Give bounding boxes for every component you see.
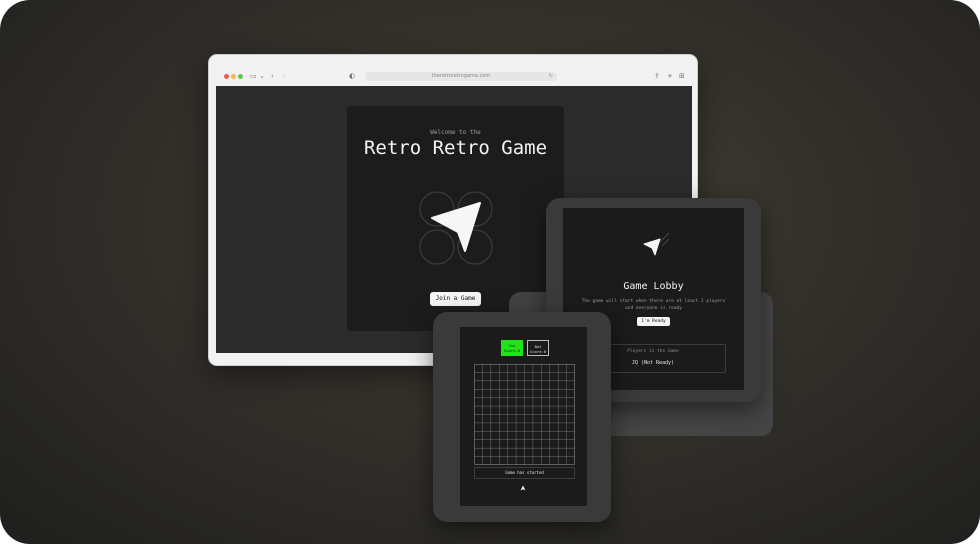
- paper-plane-icon: [643, 232, 670, 256]
- back-button[interactable]: ‹: [271, 71, 274, 81]
- tab-overview-icon[interactable]: ⊞: [679, 71, 685, 81]
- new-tab-button[interactable]: +: [667, 71, 673, 81]
- lobby-description: The game will start when there are at le…: [581, 299, 726, 311]
- sidebar-icon[interactable]: ▭: [250, 71, 257, 81]
- drone-logo-icon: [419, 191, 493, 265]
- reload-icon[interactable]: ↻: [549, 72, 553, 81]
- player-score-chip: You Score:0: [501, 340, 523, 356]
- close-window-button[interactable]: [224, 74, 229, 79]
- join-game-button[interactable]: Join a Game: [430, 292, 481, 306]
- game-status: Game has started: [474, 467, 575, 479]
- game-board[interactable]: [474, 364, 575, 465]
- game-screen: You Score:0 Bot Score:0 Game has started: [460, 327, 587, 506]
- share-icon[interactable]: ⇪: [654, 71, 660, 81]
- welcome-subtitle: Welcome to the: [430, 129, 481, 136]
- browser-toolbar: ▭ ⌄ ‹ › ◐ theretroretrogame.com ↻ ⇪ + ⊞: [216, 55, 690, 86]
- address-url: theretroretrogame.com: [431, 73, 491, 79]
- player-score: Score:0: [503, 348, 520, 353]
- minimize-window-button[interactable]: [231, 74, 236, 79]
- forward-button[interactable]: ›: [283, 71, 286, 81]
- ready-button[interactable]: I'm Ready: [637, 317, 670, 326]
- bot-score-chip: Bot Score:0: [527, 340, 549, 356]
- zoom-window-button[interactable]: [238, 74, 243, 79]
- player-ship-icon: [520, 485, 526, 491]
- game-tablet: You Score:0 Bot Score:0 Game has started: [433, 312, 611, 522]
- backdrop: ▭ ⌄ ‹ › ◐ theretroretrogame.com ↻ ⇪ + ⊞ …: [0, 0, 980, 544]
- address-bar[interactable]: theretroretrogame.com ↻: [365, 72, 557, 81]
- bot-score: Score:0: [529, 349, 546, 354]
- game-title: Retro Retro Game: [363, 137, 548, 159]
- chevron-down-icon[interactable]: ⌄: [259, 71, 265, 81]
- lobby-title: Game Lobby: [623, 281, 684, 292]
- privacy-shield-icon[interactable]: ◐: [349, 71, 355, 81]
